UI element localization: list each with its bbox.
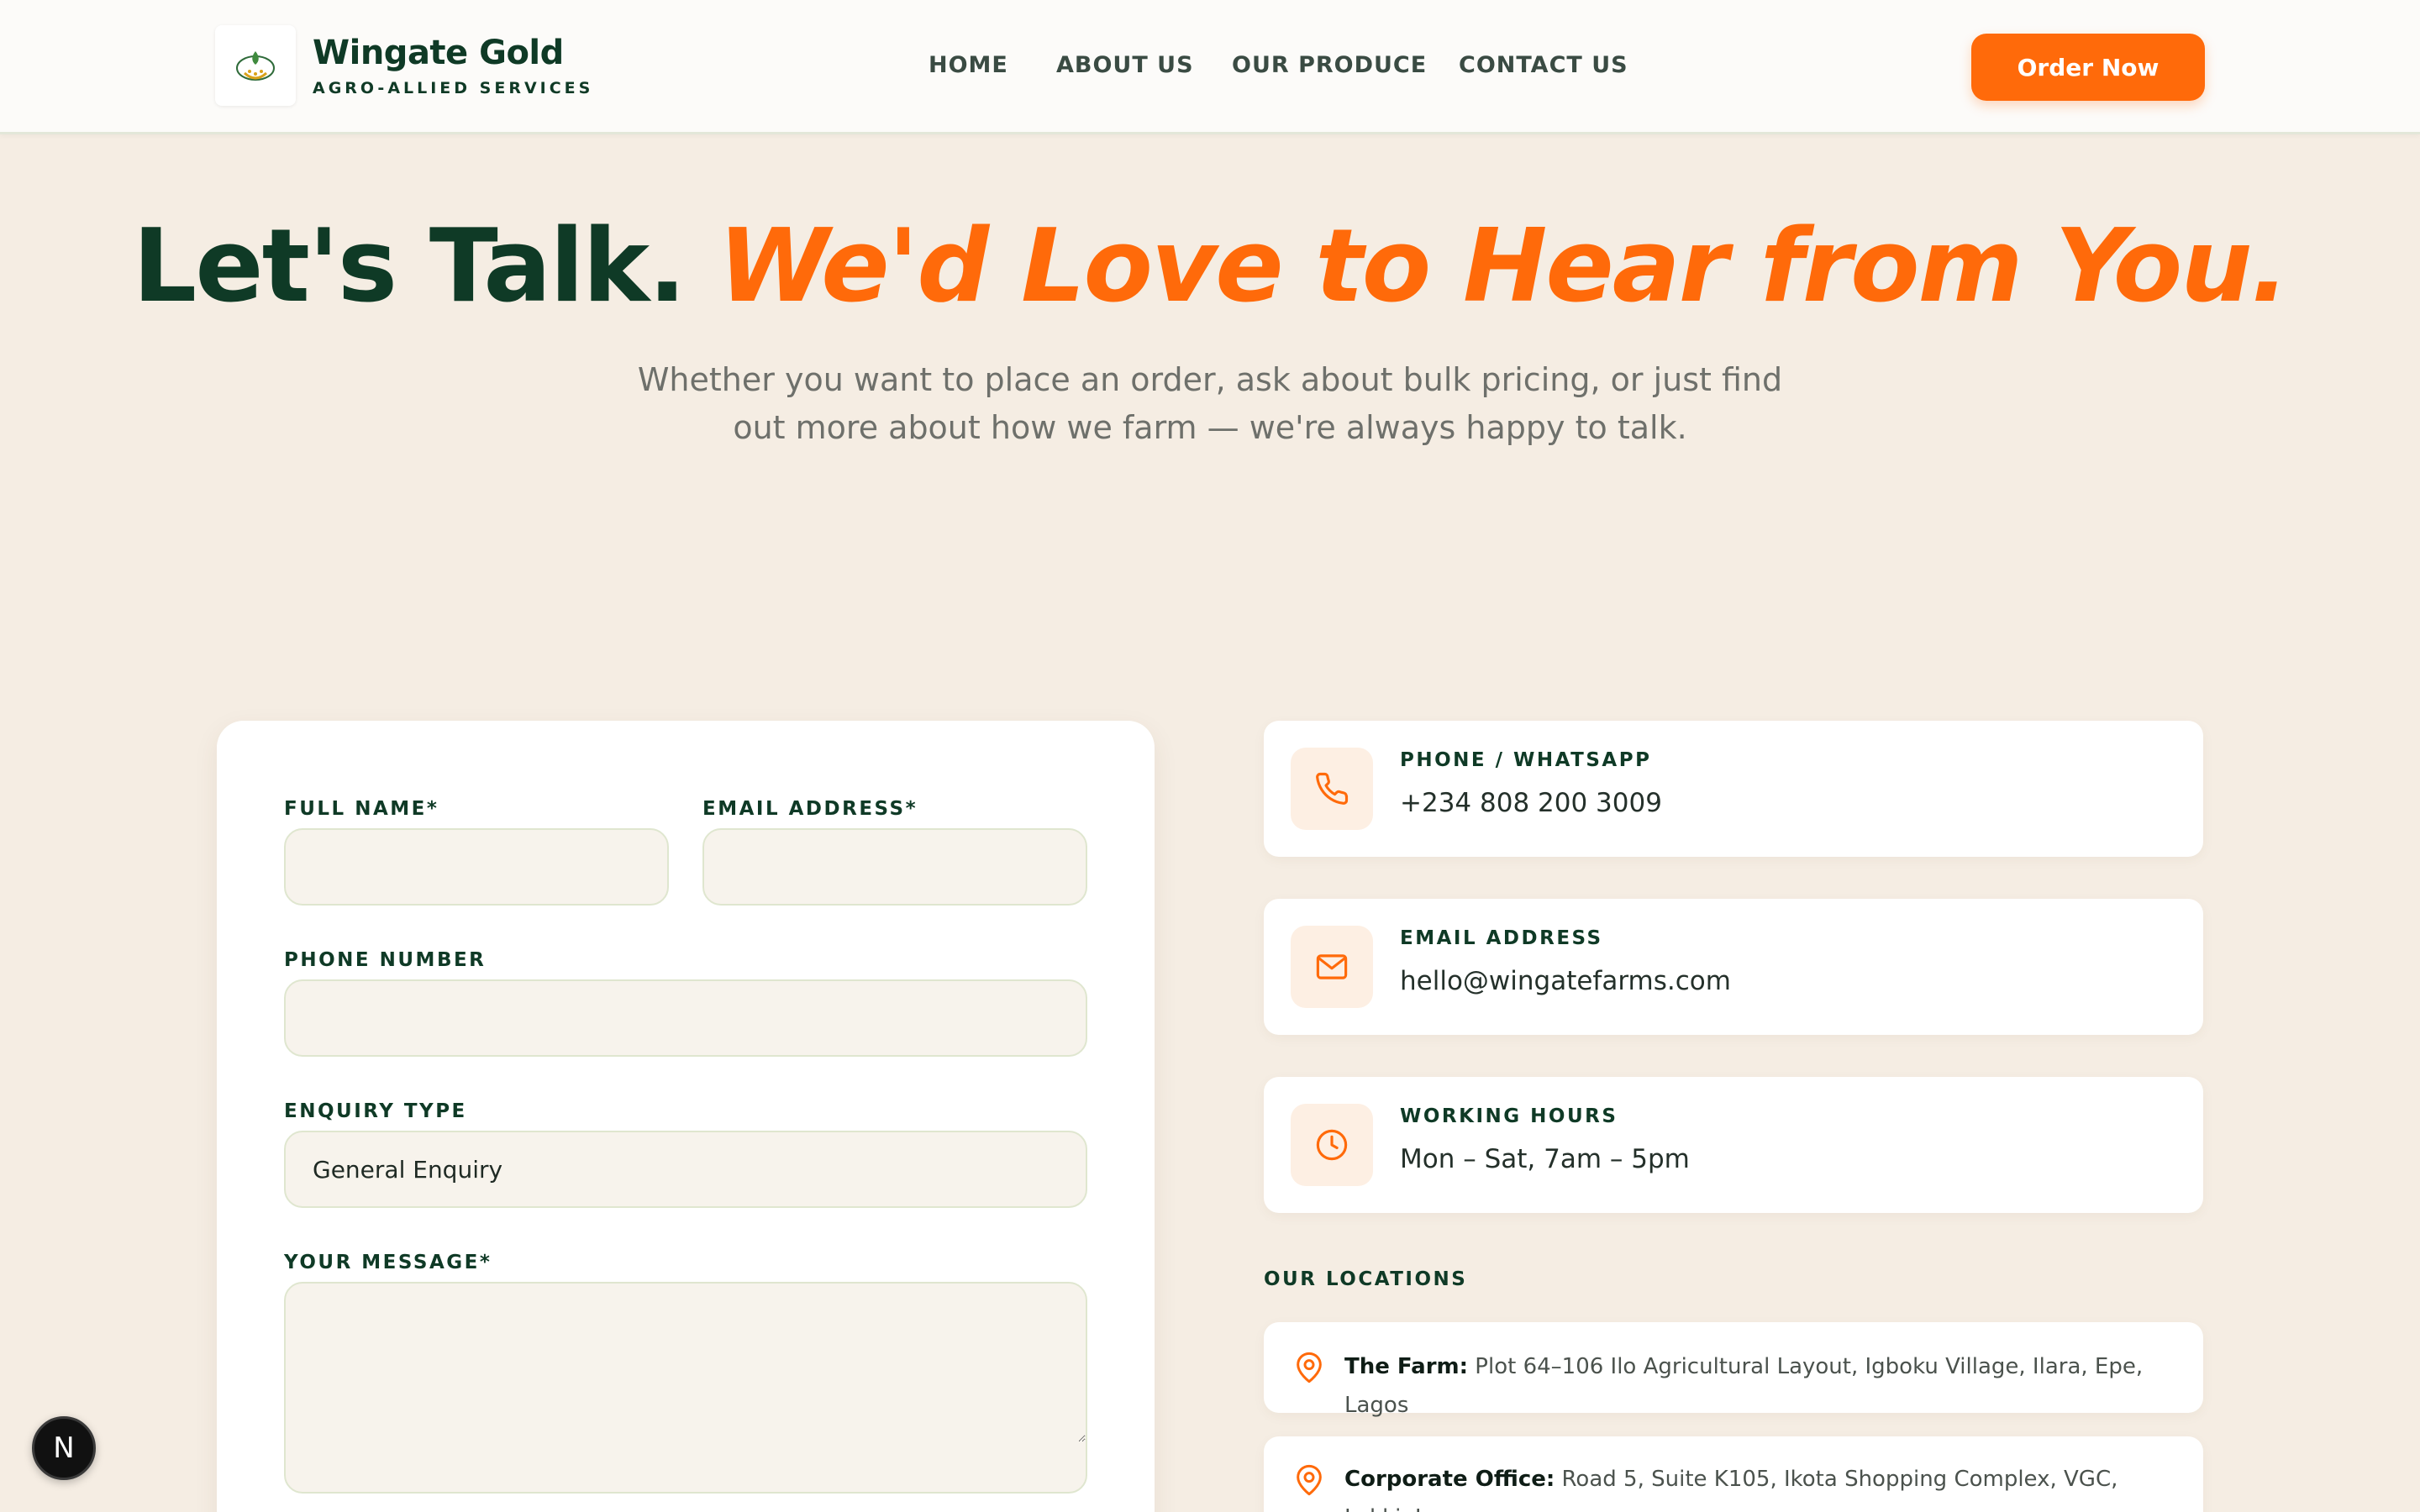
- site-header: Wingate Gold AGRO-ALLIED SERVICES HOME A…: [0, 0, 2420, 134]
- email-card-value[interactable]: hello@wingatefarms.com: [1400, 966, 1731, 996]
- phone-card-label: PHONE / WHATSAPP: [1400, 749, 1652, 771]
- hours-card: WORKING HOURS Mon – Sat, 7am – 5pm: [1264, 1077, 2203, 1213]
- dev-tools-badge[interactable]: N: [32, 1416, 96, 1480]
- email-input[interactable]: [731, 853, 1086, 881]
- phone-label: PHONE NUMBER: [284, 949, 487, 971]
- enquiry-type-label: ENQUIRY TYPE: [284, 1100, 467, 1122]
- title-dark-part: Let's Talk.: [132, 208, 687, 325]
- logo-emblem-icon: [236, 51, 275, 81]
- location-card-farm: The Farm: Plot 64–106 Ilo Agricultural L…: [1264, 1322, 2203, 1418]
- clock-icon: [1316, 1129, 1348, 1161]
- full-name-label: FULL NAME*: [284, 798, 439, 820]
- contact-form: FULL NAME* EMAIL ADDRESS* PHONE NUMBER E…: [217, 721, 1155, 1512]
- location-office-name: Corporate Office:: [1344, 1467, 1555, 1492]
- phone-card[interactable]: PHONE / WHATSAPP +234 808 200 3009: [1264, 721, 2203, 857]
- phone-icon-wrap: [1291, 748, 1373, 830]
- enquiry-type-select[interactable]: General Enquiry: [284, 1131, 1087, 1208]
- phone-input[interactable]: [313, 1004, 1086, 1032]
- message-field[interactable]: [284, 1282, 1087, 1494]
- hours-card-label: WORKING HOURS: [1400, 1105, 1618, 1127]
- email-card[interactable]: EMAIL ADDRESS hello@wingatefarms.com: [1264, 899, 2203, 1035]
- nav-home[interactable]: HOME: [929, 52, 1008, 78]
- message-label: YOUR MESSAGE*: [284, 1252, 492, 1273]
- nav-contact-us[interactable]: CONTACT US: [1459, 52, 1628, 78]
- nav-our-produce[interactable]: OUR PRODUCE: [1232, 52, 1427, 78]
- location-office-text: Corporate Office: Road 5, Suite K105, Ik…: [1344, 1460, 2170, 1512]
- location-farm-text: The Farm: Plot 64–106 Ilo Agricultural L…: [1344, 1347, 2170, 1425]
- full-name-field[interactable]: [284, 828, 669, 906]
- mail-icon-wrap: [1291, 926, 1373, 1008]
- location-card-office: Corporate Office: Road 5, Suite K105, Ik…: [1264, 1436, 2203, 1512]
- brand-name[interactable]: Wingate Gold: [313, 34, 564, 72]
- location-farm-name: The Farm:: [1344, 1354, 1469, 1379]
- map-pin-icon: [1297, 1352, 1322, 1383]
- hours-card-value: Mon – Sat, 7am – 5pm: [1400, 1144, 1690, 1174]
- order-now-button[interactable]: Order Now: [1971, 34, 2205, 101]
- title-accent-part: We'd Love to Hear from You.: [718, 208, 2290, 325]
- email-card-label: EMAIL ADDRESS: [1400, 927, 1603, 949]
- mail-icon: [1316, 954, 1348, 979]
- phone-icon: [1316, 772, 1349, 805]
- page-title: Let's Talk. We'd Love to Hear from You.: [0, 208, 2420, 325]
- locations-heading: OUR LOCATIONS: [1264, 1268, 1468, 1290]
- email-label: EMAIL ADDRESS*: [702, 798, 918, 820]
- email-field[interactable]: [702, 828, 1087, 906]
- map-pin-icon: [1297, 1464, 1322, 1496]
- phone-card-value[interactable]: +234 808 200 3009: [1400, 788, 1662, 818]
- page-subtitle: Whether you want to place an order, ask …: [637, 361, 1783, 446]
- full-name-input[interactable]: [313, 853, 667, 881]
- brand-logo[interactable]: [215, 25, 296, 106]
- phone-field[interactable]: [284, 979, 1087, 1057]
- clock-icon-wrap: [1291, 1104, 1373, 1186]
- message-input[interactable]: [313, 1304, 1086, 1442]
- nav-about-us[interactable]: ABOUT US: [1056, 52, 1194, 78]
- enquiry-type-value: General Enquiry: [313, 1155, 503, 1184]
- brand-tagline: AGRO-ALLIED SERVICES: [313, 79, 594, 97]
